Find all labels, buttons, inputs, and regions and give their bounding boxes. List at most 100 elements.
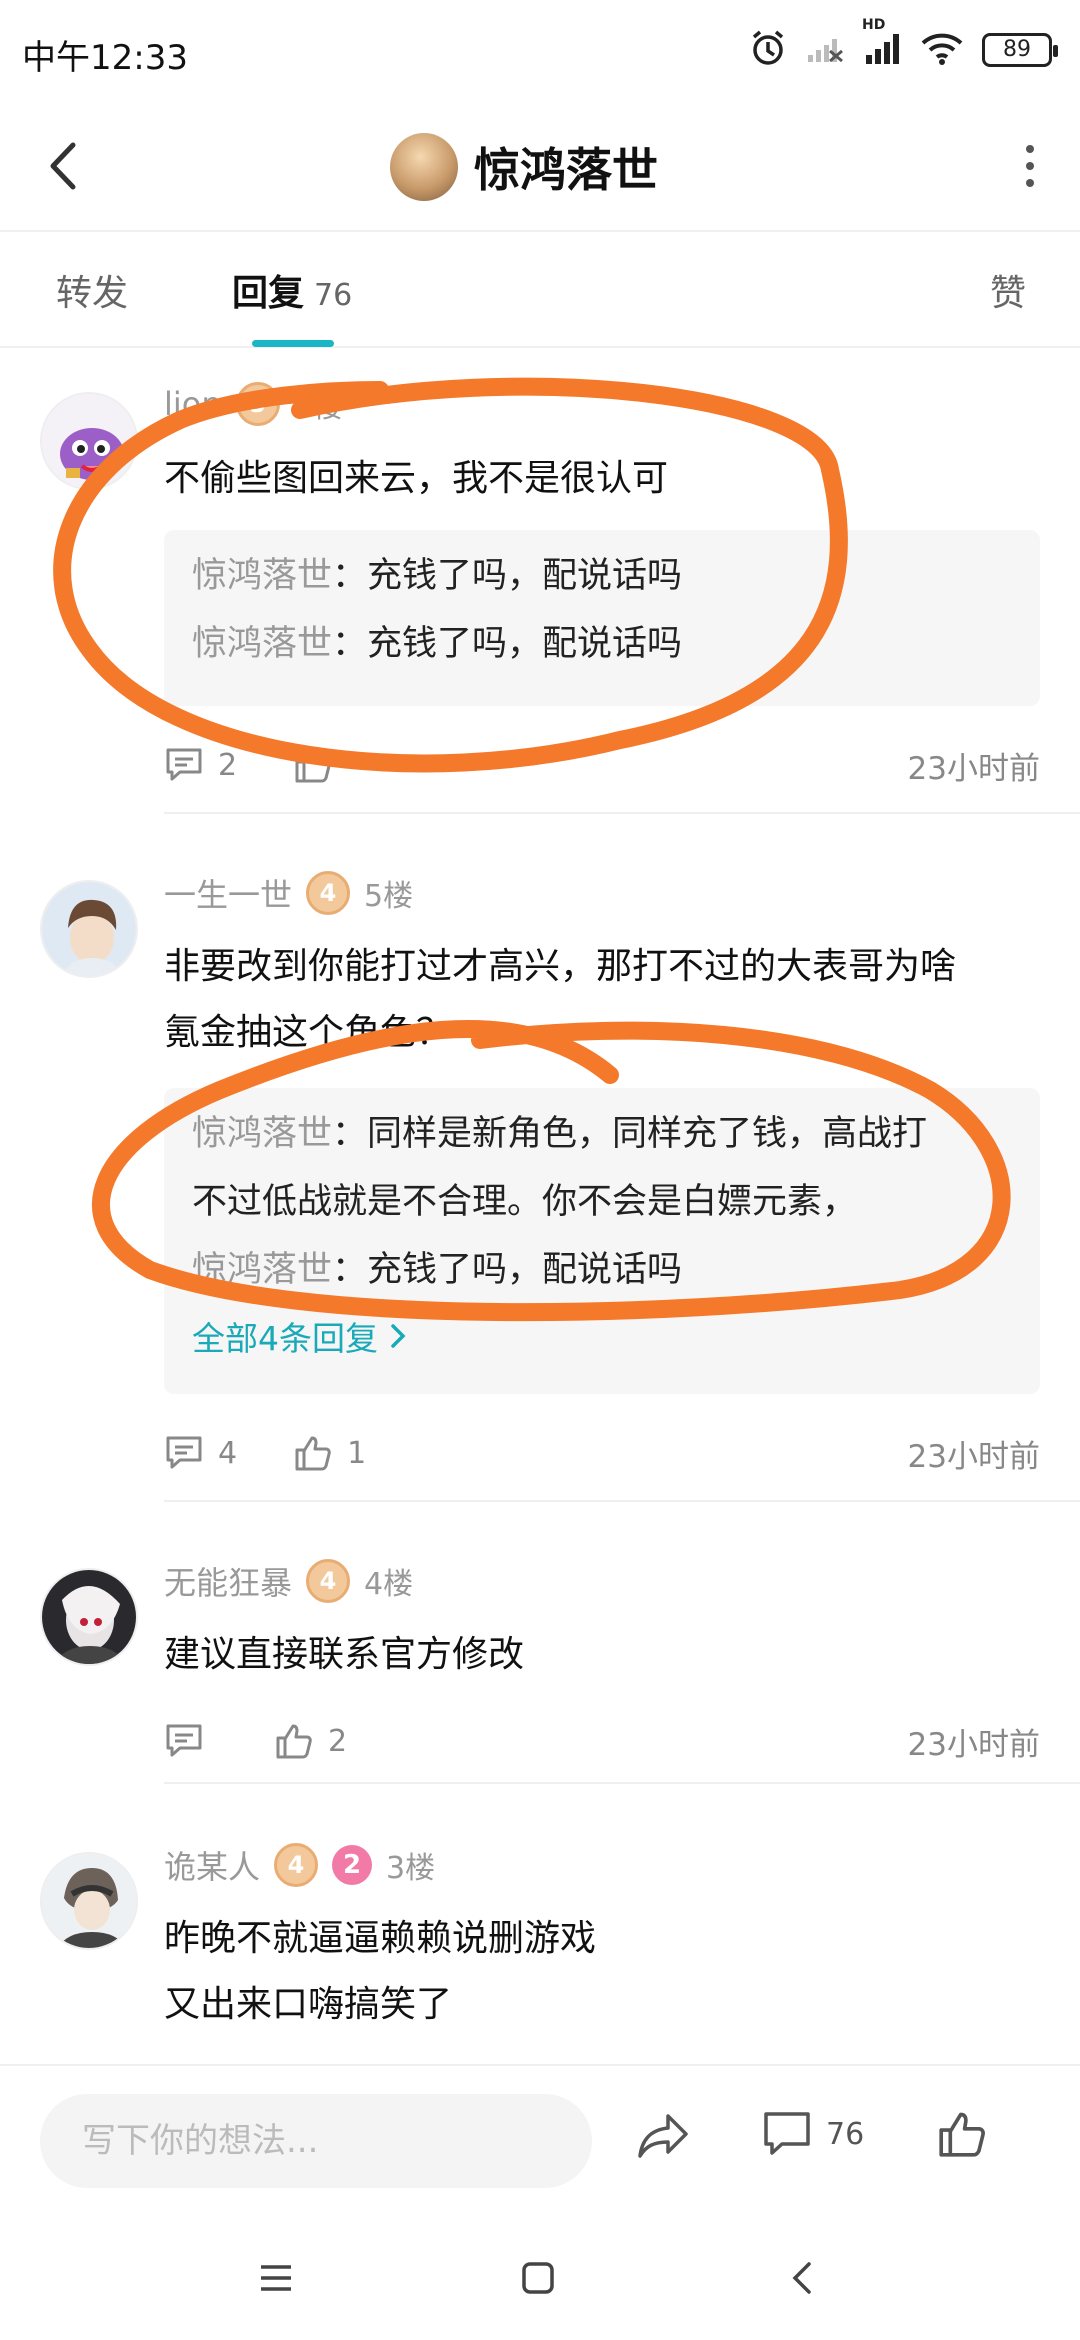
username[interactable]: 一生一世 <box>164 870 292 916</box>
chevron-left-icon <box>50 142 76 190</box>
comment-button[interactable]: 2 <box>164 746 237 784</box>
comment-icon <box>764 2112 810 2155</box>
reply-text: ：充钱了吗，配说话吗 <box>332 624 683 664</box>
comment-text: 非要改到你能打过才高兴，那打不过的大表哥为啥 氪金抽这个角色？ <box>164 934 1034 1066</box>
chevron-right-icon <box>390 1324 405 1348</box>
home-button[interactable] <box>508 2248 568 2308</box>
avatar[interactable] <box>40 392 138 490</box>
reply-author[interactable]: 惊鸿落世 <box>192 1250 332 1290</box>
menu-button[interactable] <box>246 2248 306 2308</box>
back-button[interactable] <box>32 126 92 206</box>
battery-icon: 89 <box>982 33 1058 67</box>
menu-icon <box>261 2265 291 2291</box>
level-badge: 4 <box>306 1559 351 1603</box>
more-options-button[interactable] <box>1010 136 1050 196</box>
divider <box>164 812 1080 814</box>
floor-number: 4楼 <box>364 1567 414 1602</box>
timestamp: 23小时前 <box>907 1726 1040 1763</box>
comment-text: 建议直接联系官方修改 <box>164 1634 525 1675</box>
avatar <box>390 133 458 201</box>
divider <box>164 1500 1080 1502</box>
thumbs-up-icon <box>295 1436 331 1471</box>
reply-text: 不过低战就是不合理。你不会是白嫖元素， <box>192 1182 858 1222</box>
tab-forward[interactable]: 转发 <box>56 264 128 316</box>
thumbs-up-icon <box>276 1724 312 1759</box>
timestamp: 23小时前 <box>907 750 1040 787</box>
comment-header: 一生一世 4 5楼 <box>164 870 413 916</box>
reply-author[interactable]: 惊鸿落世 <box>192 556 332 596</box>
comments-button[interactable]: 76 <box>762 2110 864 2158</box>
comment-text-line: 非要改到你能打过才高兴，那打不过的大表哥为啥 <box>164 946 957 987</box>
reply-line: 不过低战就是不合理。你不会是白嫖元素， <box>192 1168 1012 1236</box>
reply-box[interactable]: 惊鸿落世：充钱了吗，配说话吗 惊鸿落世：充钱了吗，配说话吗 <box>164 530 1040 706</box>
comment-header: lion 5 6楼 <box>164 382 343 426</box>
status-time: 中午12:33 <box>22 38 188 78</box>
floor-number: 3楼 <box>386 1851 436 1886</box>
status-bar: 中午12:33 HD 89 <box>0 0 1080 100</box>
comment-count: 2 <box>218 747 238 783</box>
system-nav-bar <box>0 2214 1080 2340</box>
timestamp: 23小时前 <box>907 1438 1040 1475</box>
top-bar: 惊鸿落世 <box>0 100 1080 232</box>
comment-button[interactable]: 4 <box>164 1434 237 1472</box>
comment-actions: 4 1 23小时前 <box>164 1428 1040 1478</box>
comment-icon <box>166 748 202 781</box>
signal-off-icon <box>806 33 844 67</box>
avatar[interactable] <box>40 1852 138 1950</box>
like-post-button[interactable] <box>936 2108 988 2164</box>
tab-like[interactable]: 赞 <box>990 264 1026 316</box>
username[interactable]: lion <box>164 385 222 423</box>
avatar[interactable] <box>40 1568 138 1666</box>
reply-author[interactable]: 惊鸿落世 <box>192 624 332 664</box>
chevron-left-icon <box>792 2262 811 2294</box>
avatar[interactable] <box>40 880 138 978</box>
all-replies-link[interactable]: 全部4条回复 <box>192 1304 1012 1374</box>
tab-reply[interactable]: 回复 76 <box>232 264 352 316</box>
reply-author[interactable]: 惊鸿落世 <box>192 1114 332 1154</box>
reply-text: ：充钱了吗，配说话吗 <box>332 556 683 596</box>
level-badge: 5 <box>235 382 280 426</box>
thumbs-up-icon <box>939 2112 985 2157</box>
comment-text-line: 氪金抽这个角色？ <box>164 1012 453 1053</box>
status-icons: HD 89 <box>748 17 1058 72</box>
reply-text: ：充钱了吗，配说话吗 <box>332 1250 683 1290</box>
username[interactable]: 无能狂暴 <box>164 1558 292 1604</box>
user-title[interactable]: 惊鸿落世 <box>390 122 658 212</box>
comment-text-line: 昨晚不就逼逼赖赖说删游戏 <box>164 1918 597 1959</box>
reply-box[interactable]: 惊鸿落世：同样是新角色，同样充了钱，高战打 不过低战就是不合理。你不会是白嫖元素… <box>164 1088 1040 1394</box>
like-count: 1 <box>347 1435 367 1471</box>
wifi-icon <box>920 31 964 69</box>
like-button[interactable]: 1 <box>293 1433 366 1473</box>
username[interactable]: 诡某人 <box>164 1842 260 1888</box>
floor-number: 5楼 <box>364 879 414 914</box>
reply-line: 惊鸿落世：同样是新角色，同样充了钱，高战打 <box>192 1100 1012 1168</box>
share-button[interactable] <box>636 2110 692 2166</box>
comment-input[interactable]: 写下你的想法... <box>40 2094 592 2188</box>
like-count: 2 <box>328 1723 348 1759</box>
comment-actions: 2 23小时前 <box>164 740 1040 790</box>
like-button[interactable]: 2 <box>274 1721 347 1761</box>
tab-reply-count: 76 <box>314 278 353 313</box>
tab-bar: 转发 回复 76 赞 <box>0 234 1080 348</box>
reply-line: 惊鸿落世：充钱了吗，配说话吗 <box>192 542 1012 610</box>
signal-icon: HD <box>862 17 902 69</box>
divider <box>164 1782 1080 1784</box>
comment-header: 诡某人 4 2 3楼 <box>164 1842 435 1888</box>
bottom-bar: 写下你的想法... 76 <box>0 2064 1080 2214</box>
comment-header: 无能狂暴 4 4楼 <box>164 1558 413 1604</box>
comment-button[interactable] <box>164 1722 218 1760</box>
square-icon <box>522 2262 554 2294</box>
comment-actions: 2 23小时前 <box>164 1716 1040 1766</box>
page-title: 惊鸿落世 <box>474 143 658 197</box>
comment-icon <box>166 1724 202 1757</box>
system-back-button[interactable] <box>772 2248 832 2308</box>
like-button[interactable] <box>293 745 347 785</box>
level-badge: 4 <box>274 1843 319 1887</box>
vip-badge: 2 <box>332 1845 373 1885</box>
reply-line: 惊鸿落世：充钱了吗，配说话吗 <box>192 610 1012 678</box>
thumbs-up-icon <box>295 748 331 783</box>
floor-number: 6楼 <box>293 390 343 425</box>
reply-line: 惊鸿落世：充钱了吗，配说话吗 <box>192 1236 1012 1304</box>
comment-total: 76 <box>826 2116 865 2152</box>
reply-text: ：同样是新角色，同样充了钱，高战打 <box>332 1114 928 1154</box>
